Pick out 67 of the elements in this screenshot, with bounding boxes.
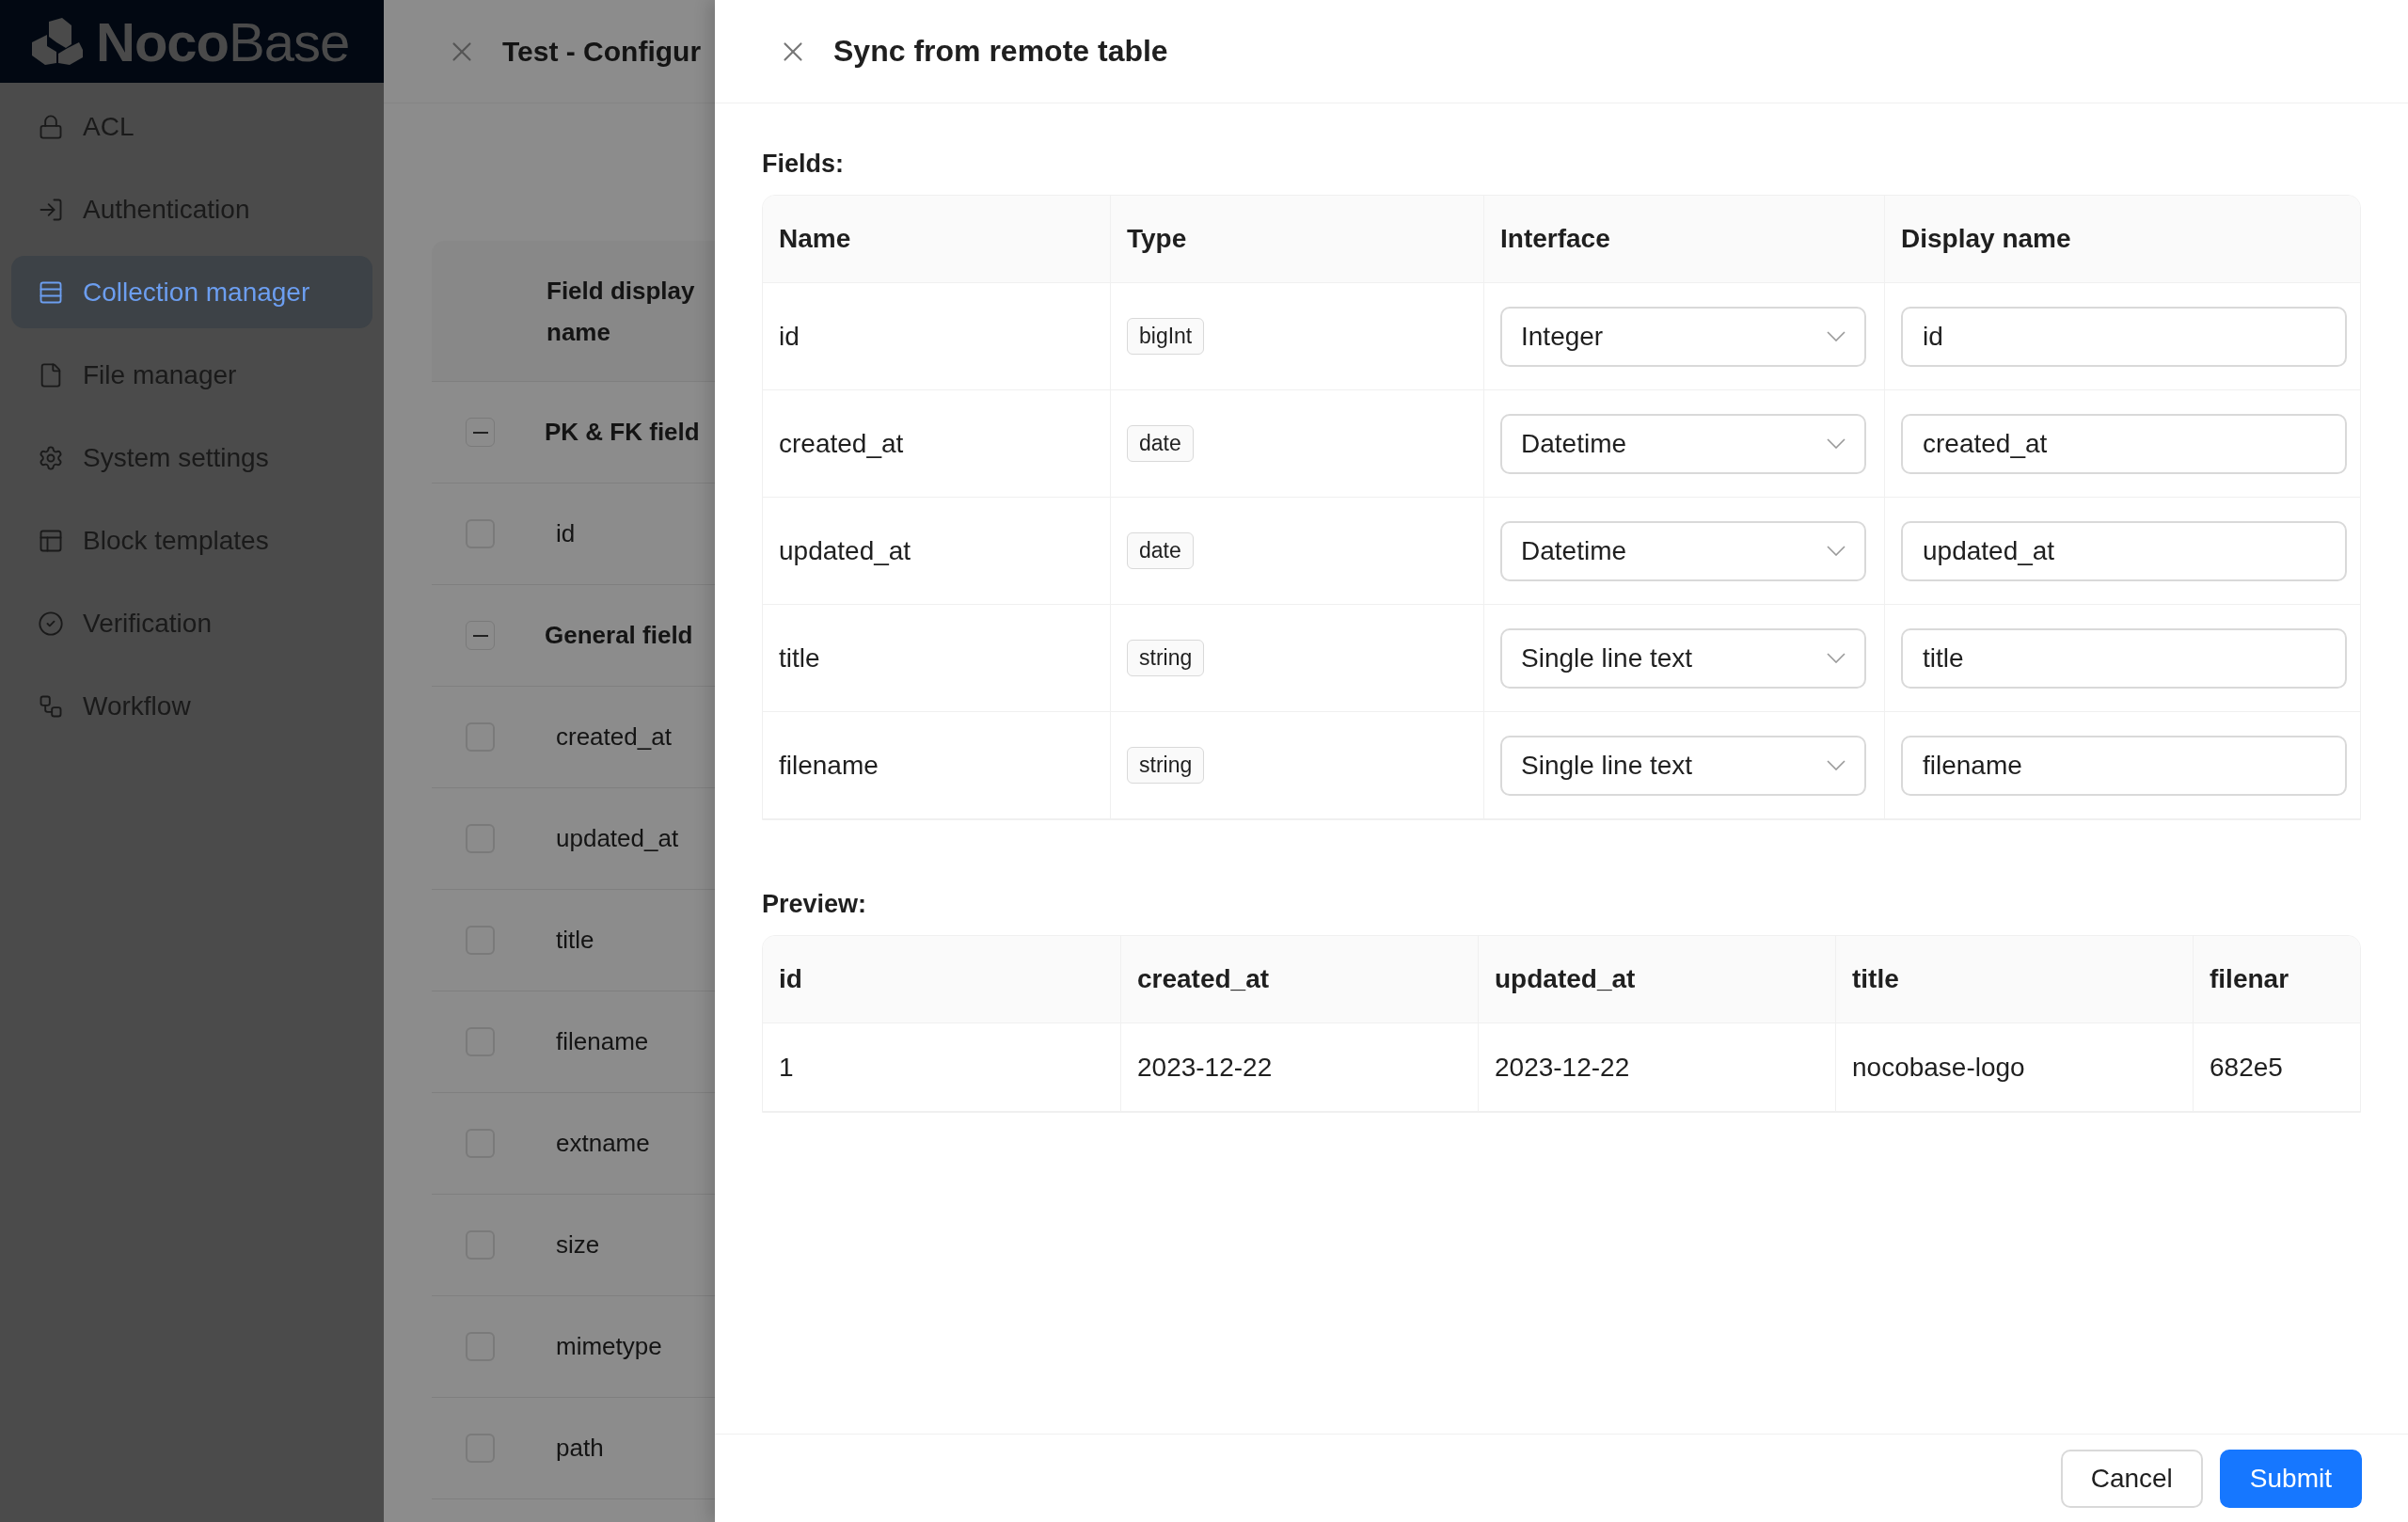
check-circle-icon (38, 610, 64, 637)
field-label: title (556, 926, 594, 955)
display-name-input[interactable]: filename (1901, 735, 2347, 796)
group-label: General field (545, 621, 693, 650)
table-cell: 2023-12-22 (1120, 1023, 1478, 1112)
table-cell: title (763, 605, 1110, 712)
column-header: Display name (1884, 196, 2360, 283)
type-tag: string (1127, 640, 1205, 676)
drawer-title: Sync from remote table (833, 34, 1168, 69)
chevron-down-icon (1827, 438, 1846, 449)
logo-text: NocoBase (96, 9, 350, 73)
submit-button[interactable]: Submit (2219, 1449, 2362, 1508)
field-label: filename (556, 1027, 649, 1056)
field-label: id (556, 519, 576, 548)
table-cell: 2023-12-22 (1478, 1023, 1835, 1112)
table-cell: id (763, 283, 1110, 390)
field-label: updated_at (556, 824, 679, 853)
type-tag: string (1127, 747, 1205, 784)
table-cell: created_at (763, 390, 1110, 498)
settings-icon (38, 444, 64, 471)
display-name-input[interactable]: id (1901, 306, 2347, 367)
column-header: created_at (1120, 936, 1478, 1023)
interface-select[interactable]: Single line text (1500, 627, 1866, 689)
column-header: Type (1110, 196, 1483, 283)
collapse-button[interactable] (466, 418, 495, 447)
column-header: id (763, 936, 1120, 1023)
column-header: Field display name (547, 275, 696, 348)
display-name-input[interactable]: updated_at (1901, 520, 2347, 581)
table-cell: updated_at (763, 498, 1110, 605)
table-cell: filename (763, 712, 1110, 819)
chevron-down-icon (1827, 653, 1846, 663)
field-label: mimetype (556, 1332, 662, 1361)
collapse-button[interactable] (466, 621, 495, 650)
chevron-down-icon (1827, 760, 1846, 770)
section-label: Fields: (762, 149, 844, 180)
table-cell: 682e5 (2193, 1023, 2360, 1112)
column-header: title (1835, 936, 2193, 1023)
interface-select[interactable]: Datetime (1500, 413, 1866, 474)
column-header: Interface (1483, 196, 1884, 283)
menu-item[interactable]: Collection manager (11, 256, 372, 328)
chevron-down-icon (1827, 546, 1846, 556)
drawer-title: Test - Configur (502, 35, 702, 68)
column-header: updated_at (1478, 936, 1835, 1023)
column-header: filenar (2193, 936, 2360, 1023)
interface-select[interactable]: Datetime (1500, 520, 1866, 581)
display-name-input[interactable]: created_at (1901, 413, 2347, 474)
field-label: created_at (556, 722, 672, 752)
chevron-down-icon (1827, 331, 1846, 341)
interface-select[interactable]: Integer (1500, 306, 1866, 367)
minus-icon (472, 634, 488, 637)
column-header: Name (763, 196, 1110, 283)
lock-icon (38, 113, 64, 140)
field-label: extname (556, 1129, 650, 1158)
display-name-input[interactable]: title (1901, 627, 2347, 689)
type-tag: bigInt (1127, 318, 1205, 355)
group-label: PK & FK field (545, 418, 700, 447)
type-tag: date (1127, 532, 1194, 569)
menu-item-label: Collection manager (83, 277, 310, 308)
field-label: path (556, 1434, 604, 1463)
section-label: Preview: (762, 889, 867, 920)
cancel-button[interactable]: Cancel (2060, 1449, 2203, 1508)
minus-icon (472, 431, 488, 434)
table-cell: 1 (763, 1023, 1120, 1112)
field-label: size (556, 1230, 600, 1260)
type-tag: date (1127, 425, 1194, 462)
table-cell: nocobase-logo (1835, 1023, 2193, 1112)
interface-select[interactable]: Single line text (1500, 735, 1866, 796)
